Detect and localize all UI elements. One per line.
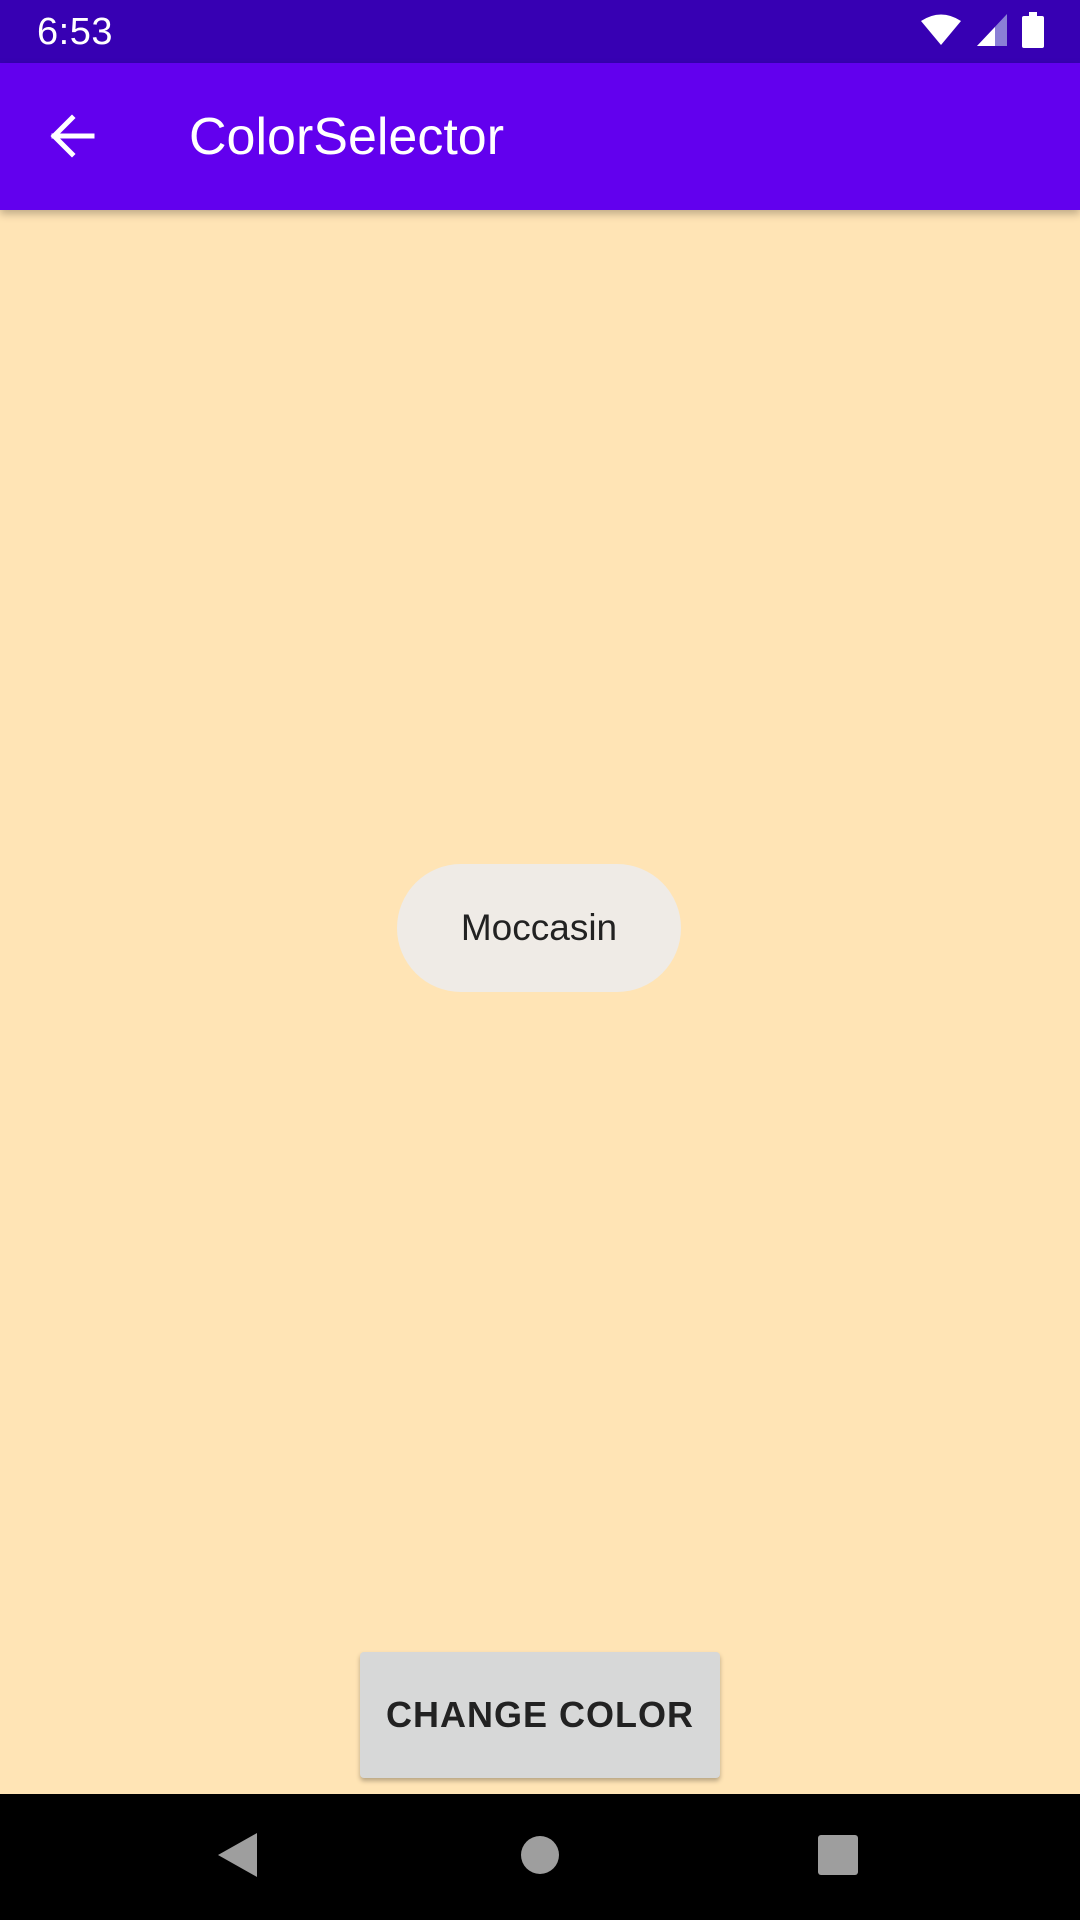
nav-home-button[interactable] xyxy=(500,1817,580,1897)
status-bar: 6:53 xyxy=(0,0,1080,63)
color-name-label: Moccasin xyxy=(460,907,618,948)
app-bar: ColorSelector xyxy=(0,63,1080,210)
navigation-bar xyxy=(0,1794,1080,1920)
home-circle-icon xyxy=(520,1835,560,1880)
arrow-left-icon xyxy=(48,112,96,165)
back-button[interactable] xyxy=(30,96,114,180)
app-title: ColorSelector xyxy=(189,108,505,166)
recents-square-icon xyxy=(818,1834,858,1880)
content-area: Moccasin CHANGE COLOR xyxy=(0,210,1080,1794)
color-name-chip: Moccasin xyxy=(397,864,681,992)
wifi-icon xyxy=(920,14,962,51)
status-icons xyxy=(920,11,1044,53)
cell-signal-icon xyxy=(976,13,1008,52)
screen: 6:53 ColorSelector Moccasin CHANGE COLOR xyxy=(0,0,1080,1920)
change-color-button[interactable]: CHANGE COLOR xyxy=(360,1652,720,1778)
change-color-button-label: CHANGE COLOR xyxy=(386,1694,694,1735)
back-triangle-icon xyxy=(217,1832,259,1883)
nav-recents-button[interactable] xyxy=(798,1817,878,1897)
battery-icon xyxy=(1022,11,1044,53)
nav-back-button[interactable] xyxy=(198,1817,278,1897)
status-time: 6:53 xyxy=(37,11,113,53)
